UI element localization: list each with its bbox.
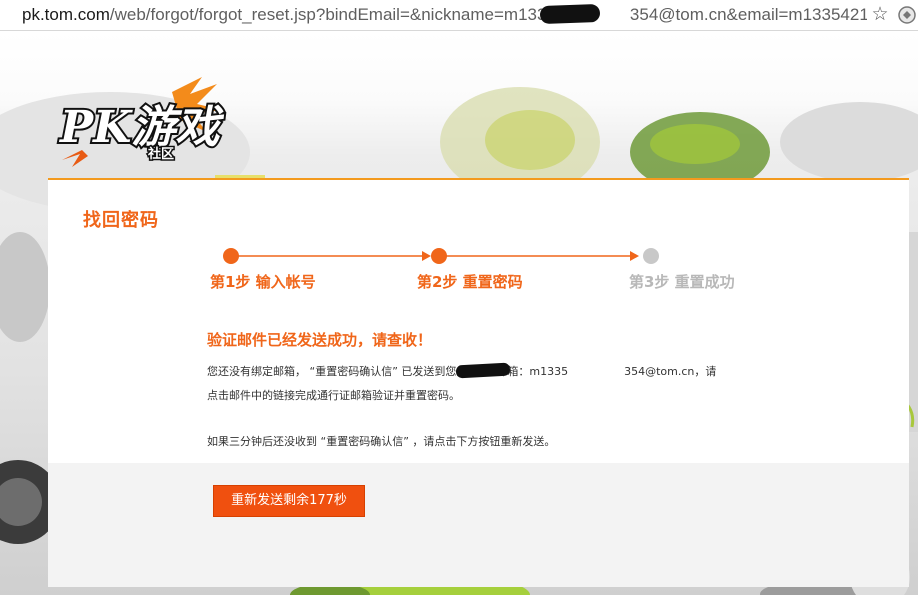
logo-text-pk: PK游戏 bbox=[58, 102, 224, 153]
logo-text-community: 社区 bbox=[147, 146, 174, 162]
step-label-2: 第2步 重置密码 bbox=[417, 273, 523, 291]
extension-icon[interactable] bbox=[897, 5, 917, 25]
step-label-3: 第3步 重置成功 bbox=[629, 273, 735, 291]
instruction-line-2: 点击邮件中的链接完成通行证邮箱验证并重置密码。 bbox=[207, 389, 460, 402]
instruction-line-3: 如果三分钟后还没收到 “重置密码确认信” ，请点击下方按钮重新发送。 bbox=[207, 435, 556, 448]
url-path-tail: 354@tom.cn&email=m1335421108 bbox=[629, 5, 867, 24]
resend-email-button[interactable]: 重新发送剩余177秒 bbox=[213, 485, 365, 517]
instruction-line-1-prefix: 您还没有绑定邮箱， “重置密码确认信” 已发送到您的 登录 邮箱：m1335 bbox=[207, 365, 569, 378]
step-arrow-2 bbox=[630, 251, 639, 261]
url-domain: pk.tom.com bbox=[22, 5, 110, 24]
url-text[interactable]: pk.tom.com/web/forgot/forgot_reset.jsp?b… bbox=[22, 4, 867, 25]
instruction-line-1-suffix: 354@tom.cn，请 bbox=[624, 365, 717, 378]
step-dot-1 bbox=[223, 248, 239, 264]
step-dot-3 bbox=[643, 248, 659, 264]
step-dot-2 bbox=[431, 248, 447, 264]
pk-game-community-logo[interactable]: PK游戏 社区 bbox=[52, 72, 232, 172]
success-message-title: 验证邮件已经发送成功，请查收！ bbox=[207, 331, 433, 349]
reset-password-card: 找回密码 第1步 输入帐号 第2步 重置密码 第3步 重置成功 验证邮件已经发送… bbox=[48, 178, 909, 587]
card-lower-panel bbox=[48, 463, 909, 587]
bookmark-star-icon[interactable]: ☆ bbox=[870, 4, 890, 24]
step-label-1: 第1步 输入帐号 bbox=[210, 273, 316, 291]
address-bar[interactable]: pk.tom.com/web/forgot/forgot_reset.jsp?b… bbox=[0, 0, 918, 31]
url-redaction bbox=[539, 3, 601, 25]
step-arrow-1 bbox=[422, 251, 431, 261]
url-path: /web/forgot/forgot_reset.jsp?bindEmail=&… bbox=[109, 5, 556, 24]
